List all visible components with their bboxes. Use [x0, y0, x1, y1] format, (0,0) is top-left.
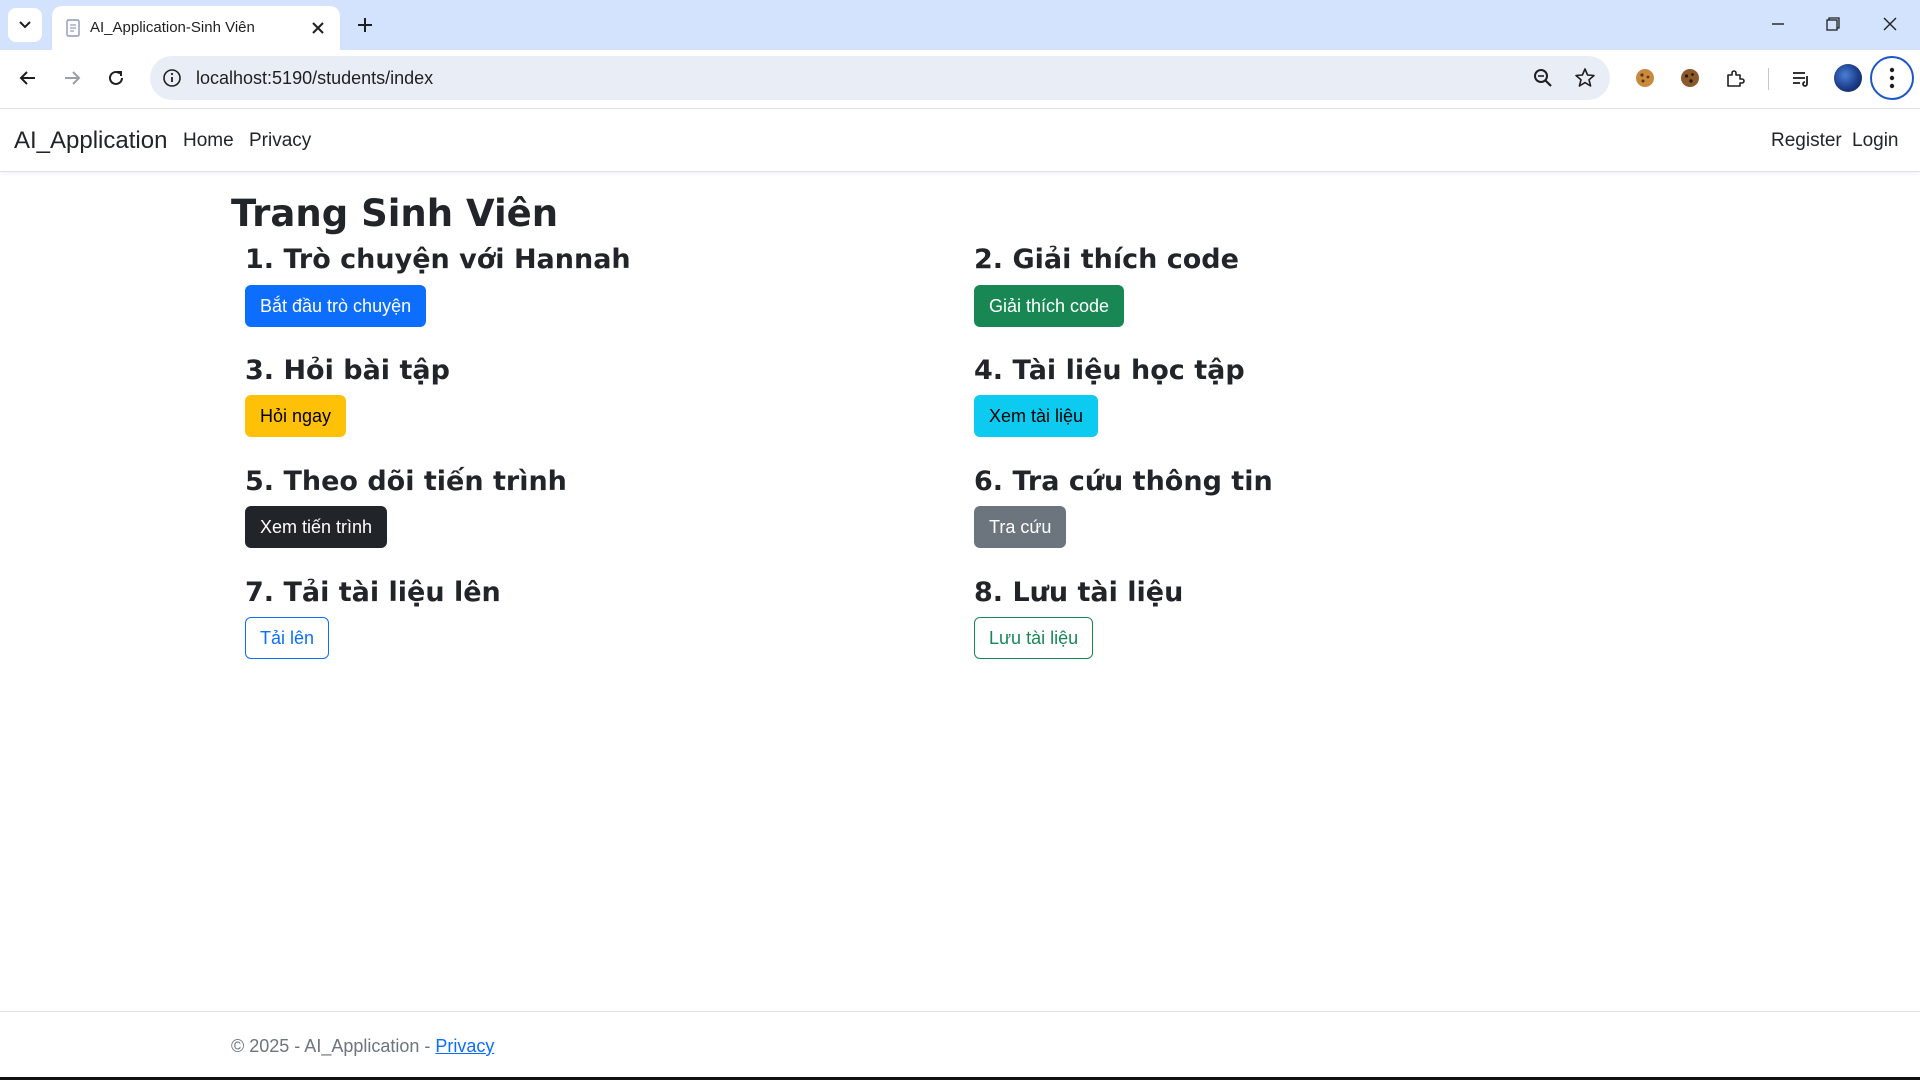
section-heading-upload: 7. Tải tài liệu lên [245, 577, 501, 608]
section-heading-chat: 1. Trò chuyện với Hannah [245, 244, 631, 275]
explain-code-button[interactable]: Giải thích code [974, 285, 1125, 327]
footer-text: © 2025 - AI_Application - Privacy [231, 1036, 494, 1057]
browser-toolbar: localhost:5190/students/index [0, 50, 1920, 109]
ask-now-button[interactable]: Hỏi ngay [245, 395, 347, 437]
tab-title: AI_Application-Sinh Viên [90, 19, 255, 36]
page-title: Trang Sinh Viên [231, 192, 559, 235]
close-icon [1883, 17, 1897, 31]
save-document-button[interactable]: Lưu tài liệu [974, 617, 1094, 659]
nav-link-privacy[interactable]: Privacy [249, 130, 311, 152]
url-text[interactable]: localhost:5190/students/index [196, 68, 433, 89]
media-queue-icon[interactable] [1788, 65, 1814, 91]
browser-tab-strip: AI_Application-Sinh Viên [0, 0, 1920, 50]
footer-copyright: © 2025 - AI_Application - [231, 1036, 436, 1056]
profile-avatar[interactable] [1834, 64, 1862, 92]
section-heading-save: 8. Lưu tài liệu [974, 577, 1184, 608]
section-heading-explain-code: 2. Giải thích code [974, 244, 1239, 275]
site-navbar: AI_Application Home Privacy Register Log… [0, 109, 1920, 172]
section-heading-materials: 4. Tài liệu học tập [974, 355, 1245, 386]
navbar-brand[interactable]: AI_Application [14, 127, 167, 155]
forward-button[interactable] [56, 62, 88, 94]
start-chat-button[interactable]: Bắt đầu trò chuyện [245, 285, 427, 327]
toolbar-separator [1768, 68, 1769, 90]
restore-button[interactable] [1815, 10, 1851, 38]
new-tab-button[interactable] [352, 12, 378, 38]
kebab-menu-icon [1889, 67, 1895, 89]
minimize-icon [1772, 23, 1784, 25]
nav-link-login[interactable]: Login [1852, 130, 1899, 152]
site-footer: © 2025 - AI_Application - Privacy [0, 1011, 1920, 1078]
view-progress-button[interactable]: Xem tiến trình [245, 506, 388, 548]
cookie-extension-icon[interactable] [1632, 65, 1658, 91]
close-icon [312, 22, 324, 34]
minimize-button[interactable] [1760, 10, 1796, 38]
browser-menu-button[interactable] [1870, 56, 1914, 100]
star-icon[interactable] [1574, 67, 1596, 89]
close-window-button[interactable] [1872, 10, 1908, 38]
site-info-icon[interactable] [162, 68, 182, 88]
address-bar[interactable]: localhost:5190/students/index [150, 56, 1610, 100]
footer-privacy-link[interactable]: Privacy [435, 1036, 494, 1056]
browser-tab-active[interactable]: AI_Application-Sinh Viên [52, 6, 340, 50]
arrow-left-icon [19, 71, 35, 85]
reload-icon [109, 70, 123, 85]
lookup-button[interactable]: Tra cứu [974, 506, 1067, 548]
restore-icon [1826, 17, 1840, 31]
zoom-icon[interactable] [1532, 67, 1554, 89]
upload-button[interactable]: Tải lên [245, 617, 330, 659]
nav-link-register[interactable]: Register [1771, 130, 1842, 152]
arrow-right-icon [65, 71, 81, 85]
section-heading-homework: 3. Hỏi bài tập [245, 355, 450, 386]
nav-link-home[interactable]: Home [183, 130, 234, 152]
plus-icon [358, 18, 372, 32]
tab-close-button[interactable] [308, 18, 328, 38]
section-heading-progress: 5. Theo dõi tiến trình [245, 466, 567, 497]
tab-search-button[interactable] [8, 8, 42, 42]
reload-button[interactable] [100, 62, 132, 94]
view-materials-button[interactable]: Xem tài liệu [974, 395, 1099, 437]
section-heading-lookup: 6. Tra cứu thông tin [974, 466, 1273, 497]
chevron-down-icon [19, 21, 31, 29]
cookie-editor-extension-icon[interactable] [1677, 65, 1703, 91]
puzzle-icon[interactable] [1722, 65, 1748, 91]
page-favicon-icon [66, 19, 80, 37]
back-button[interactable] [12, 62, 44, 94]
